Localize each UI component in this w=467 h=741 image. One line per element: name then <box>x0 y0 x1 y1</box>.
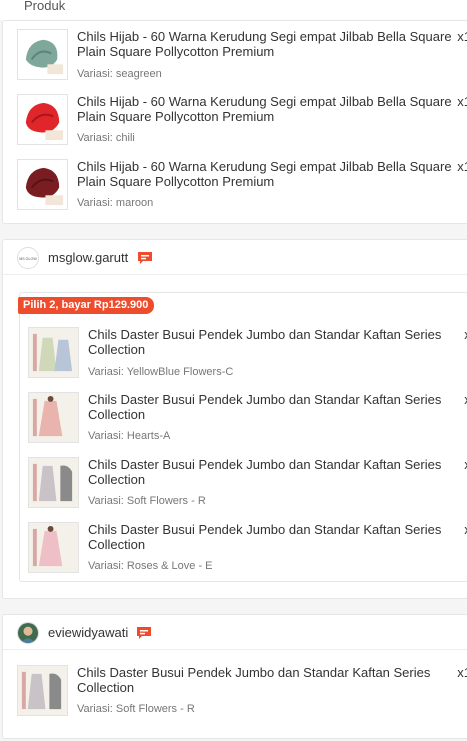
bundle-promo-badge: Pilih 2, bayar Rp129.900 <box>18 297 155 314</box>
product-qty: x1 <box>457 159 467 174</box>
product-qty: x1 <box>457 29 467 44</box>
section-title: Produk <box>24 0 66 13</box>
product-thumbnail <box>17 665 68 716</box>
order-item[interactable]: Chils Daster Busui Pendek Jumbo dan Stan… <box>28 457 467 517</box>
product-variant: Variasi: seagreen <box>77 68 162 80</box>
product-thumbnail <box>28 522 79 573</box>
shop-name[interactable]: msglow.garutt <box>48 250 128 265</box>
product-thumbnail <box>28 457 79 508</box>
product-qty: x1 <box>457 94 467 109</box>
shop-card-3: eviewidyawati Chils Daster Busui Pendek … <box>2 614 467 739</box>
bundle-group: Chils Daster Busui Pendek Jumbo dan Stan… <box>19 292 467 582</box>
product-thumbnail <box>17 29 68 80</box>
product-name: Chils Daster Busui Pendek Jumbo dan Stan… <box>88 327 442 357</box>
order-item[interactable]: Chils Hijab - 60 Warna Kerudung Segi emp… <box>17 29 467 89</box>
shop-card-2: MS GLOW msglow.garutt Chils Daster Busui… <box>2 239 467 599</box>
product-variant: Variasi: Hearts-A <box>88 430 171 442</box>
shop-name[interactable]: eviewidyawati <box>48 625 128 640</box>
order-item[interactable]: Chils Hijab - 60 Warna Kerudung Segi emp… <box>17 94 467 154</box>
product-name: Chils Daster Busui Pendek Jumbo dan Stan… <box>88 457 442 487</box>
section-header: Produk <box>0 0 467 22</box>
product-variant: Variasi: Roses & Love - E <box>88 560 213 572</box>
product-variant: Variasi: YellowBlue Flowers-C <box>88 366 234 378</box>
product-name: Chils Daster Busui Pendek Jumbo dan Stan… <box>77 665 431 695</box>
product-thumbnail <box>28 392 79 443</box>
product-name: Chils Hijab - 60 Warna Kerudung Segi emp… <box>77 159 452 189</box>
product-variant: Variasi: chili <box>77 132 135 144</box>
shop-avatar <box>17 622 39 644</box>
chat-icon[interactable] <box>136 626 152 640</box>
product-thumbnail <box>17 94 68 145</box>
shop-header[interactable]: MS GLOW msglow.garutt <box>3 240 467 275</box>
chat-icon[interactable] <box>137 251 153 265</box>
order-item[interactable]: Chils Daster Busui Pendek Jumbo dan Stan… <box>28 327 467 387</box>
shop-card-1: Chils Hijab - 60 Warna Kerudung Segi emp… <box>2 20 467 224</box>
order-item[interactable]: Chils Daster Busui Pendek Jumbo dan Stan… <box>17 665 467 725</box>
product-variant: Variasi: maroon <box>77 197 154 209</box>
shop-header[interactable]: eviewidyawati <box>3 615 467 650</box>
product-name: Chils Hijab - 60 Warna Kerudung Segi emp… <box>77 94 452 124</box>
svg-text:MS GLOW: MS GLOW <box>19 257 37 261</box>
order-item[interactable]: Chils Daster Busui Pendek Jumbo dan Stan… <box>28 392 467 452</box>
product-thumbnail <box>28 327 79 378</box>
shop-avatar: MS GLOW <box>17 247 39 269</box>
product-variant: Variasi: Soft Flowers - R <box>77 703 195 715</box>
product-qty: x1 <box>457 665 467 680</box>
order-item[interactable]: Chils Hijab - 60 Warna Kerudung Segi emp… <box>17 159 467 219</box>
product-name: Chils Daster Busui Pendek Jumbo dan Stan… <box>88 392 442 422</box>
product-name: Chils Hijab - 60 Warna Kerudung Segi emp… <box>77 29 452 59</box>
order-item[interactable]: Chils Daster Busui Pendek Jumbo dan Stan… <box>28 522 467 582</box>
product-variant: Variasi: Soft Flowers - R <box>88 495 206 507</box>
product-thumbnail <box>17 159 68 210</box>
product-name: Chils Daster Busui Pendek Jumbo dan Stan… <box>88 522 442 552</box>
